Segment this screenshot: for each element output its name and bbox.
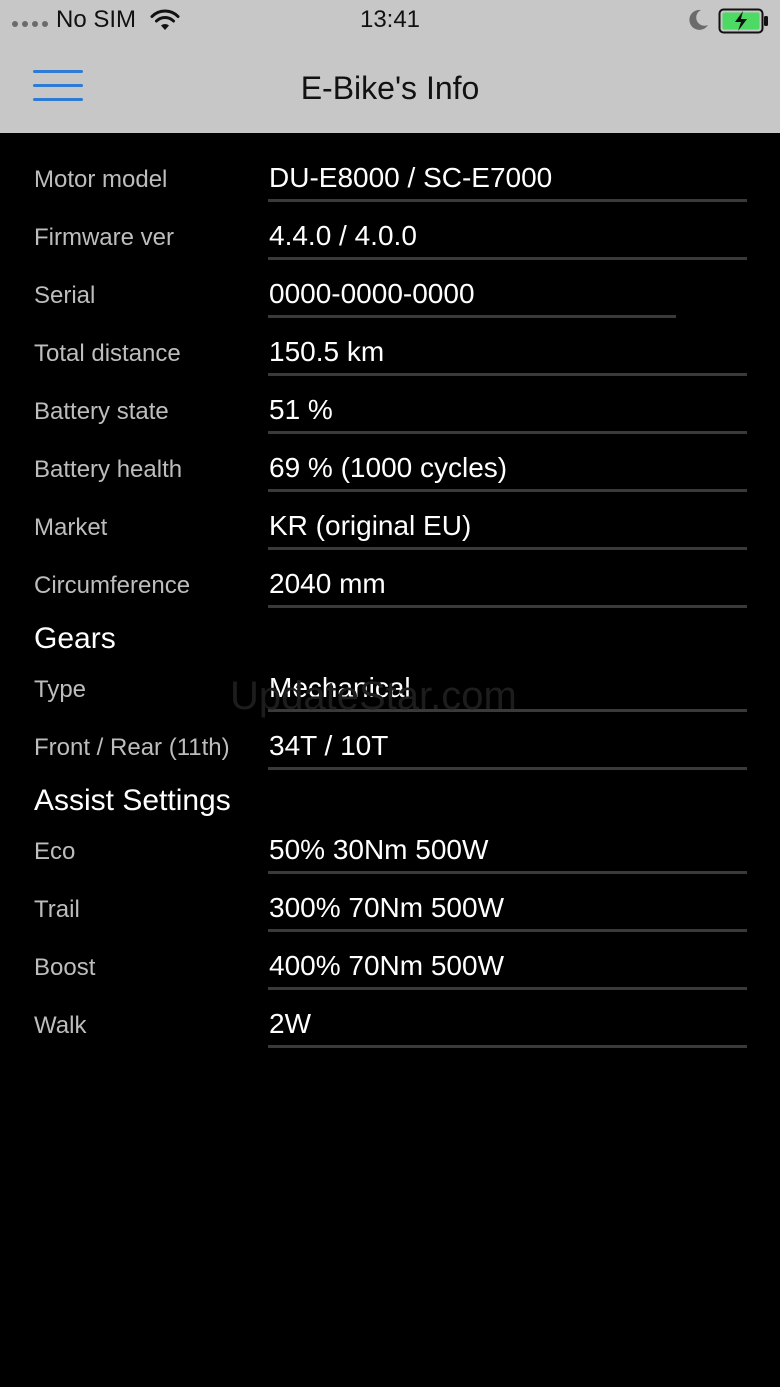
moon-icon [689, 9, 708, 30]
assist-row-eco: Eco 50% 30Nm 500W [0, 805, 780, 874]
row-value: 2W [269, 1008, 311, 1039]
row-value: 50% 30Nm 500W [269, 834, 489, 865]
row-label: Firmware ver [34, 224, 175, 251]
row-value: 0000-0000-0000 [269, 278, 475, 309]
info-row-circumference: Circumference 2040 mm [0, 539, 780, 608]
row-label: Eco [34, 838, 76, 865]
row-value: 2040 mm [269, 568, 386, 599]
battery-charging-icon [718, 8, 768, 34]
row-label: Front / Rear (11th) [34, 734, 230, 761]
info-row-total-distance: Total distance 150.5 km [0, 307, 780, 376]
status-bar: No SIM 13:41 [0, 0, 780, 42]
row-value: 69 % (1000 cycles) [269, 452, 508, 483]
info-row-serial: Serial 0000-0000-0000 [0, 249, 780, 318]
row-label: Boost [34, 954, 96, 981]
row-label: Motor model [34, 166, 168, 193]
clock: 13:41 [359, 6, 421, 33]
row-value: 51 % [269, 394, 333, 425]
assist-row-trail: Trail 300% 70Nm 500W [0, 863, 780, 932]
row-label: Market [34, 514, 108, 541]
row-value: 4.4.0 / 4.0.0 [269, 220, 417, 251]
row-value: 300% 70Nm 500W [269, 892, 505, 923]
row-label: Circumference [34, 572, 191, 599]
assist-row-boost: Boost 400% 70Nm 500W [0, 921, 780, 990]
row-label: Serial [34, 282, 96, 309]
row-label: Type [34, 676, 87, 703]
row-value: 34T / 10T [269, 730, 389, 761]
top-bar: No SIM 13:41 E-Bike's Info [0, 0, 780, 133]
field-underline [268, 767, 747, 770]
assist-row-walk: Walk 2W [0, 979, 780, 1048]
info-row-firmware: Firmware ver 4.4.0 / 4.0.0 [0, 191, 780, 260]
field-underline [268, 1045, 747, 1048]
row-label: Walk [34, 1012, 87, 1039]
page-title: E-Bike's Info [300, 70, 480, 106]
row-label: Trail [34, 896, 80, 923]
info-row-market: Market KR (original EU) [0, 481, 780, 550]
info-row-battery-health: Battery health 69 % (1000 cycles) [0, 423, 780, 492]
gears-row-front-rear: Front / Rear (11th) 34T / 10T [0, 701, 780, 770]
row-value: KR (original EU) [269, 510, 472, 541]
row-label: Battery health [34, 456, 183, 483]
gears-row-type: Type Mechanical [0, 643, 780, 712]
info-row-battery-state: Battery state 51 % [0, 365, 780, 434]
row-label: Battery state [34, 398, 169, 425]
row-value: Mechanical [269, 672, 411, 703]
field-underline [268, 605, 747, 608]
row-label: Total distance [34, 340, 181, 367]
row-value: 400% 70Nm 500W [269, 950, 505, 981]
row-value: 150.5 km [269, 336, 385, 367]
info-row-motor-model: Motor model DU-E8000 / SC-E7000 [0, 133, 780, 202]
row-value: DU-E8000 / SC-E7000 [269, 162, 553, 193]
